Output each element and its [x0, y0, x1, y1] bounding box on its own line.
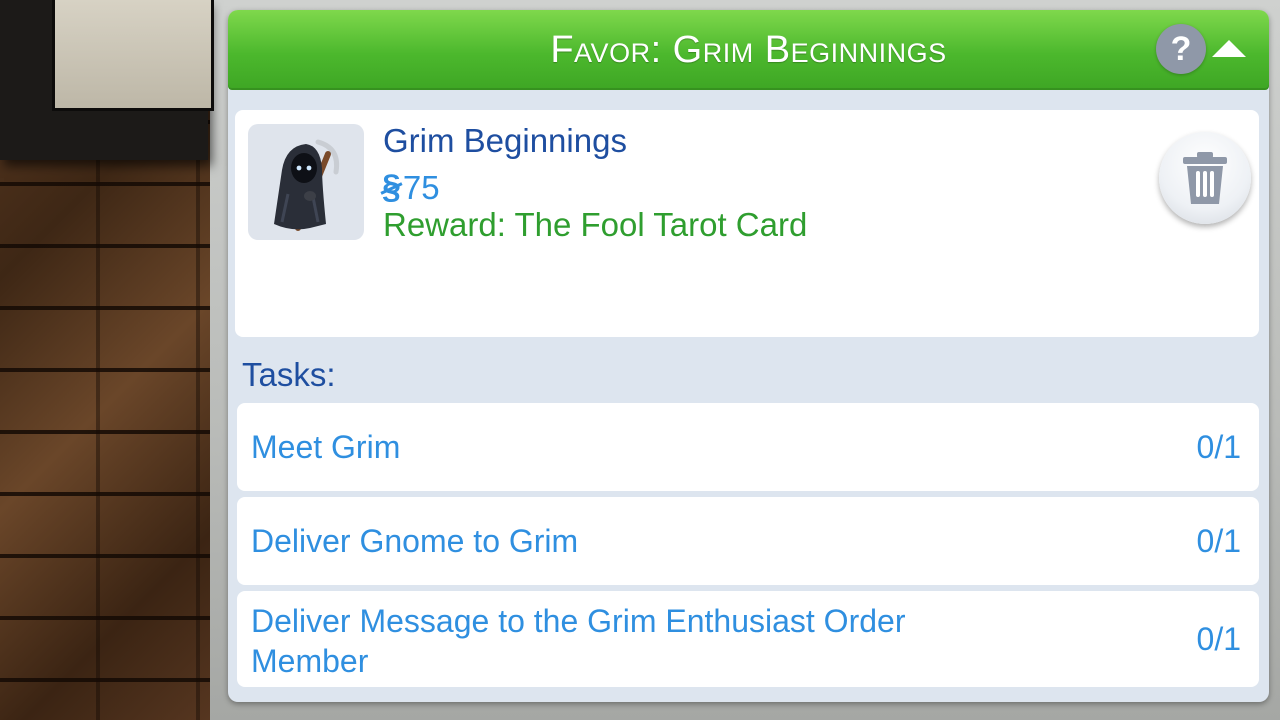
favor-portrait: [248, 124, 364, 240]
task-name: Deliver Gnome to Grim: [251, 523, 579, 559]
favor-name: Grim Beginnings: [383, 122, 627, 159]
grim-reaper-icon: [274, 139, 340, 231]
cabinet: [0, 0, 214, 160]
simoleon-icon: §: [382, 168, 401, 206]
help-label: ?: [1170, 29, 1192, 68]
chevron-up-icon[interactable]: [1212, 40, 1246, 57]
task-name: Meet Grim: [251, 429, 401, 465]
favor-panel-header[interactable]: Favor: Grim Beginnings ?: [228, 10, 1269, 90]
favor-cost: § 75: [382, 168, 440, 207]
tasks-heading: Tasks:: [242, 356, 336, 393]
task-progress: 0/1: [1196, 429, 1241, 465]
favor-reward: Reward: The Fool Tarot Card: [383, 206, 808, 243]
task-progress: 0/1: [1196, 621, 1241, 657]
cabinet-door: [52, 0, 214, 111]
task-row[interactable]: Deliver Message to the Grim Enthusiast O…: [237, 591, 1259, 687]
favor-card: Grim Beginnings § 75 Reward: The Fool Ta…: [235, 110, 1259, 337]
favor-panel: Favor: Grim Beginnings ? Grim Beginnings…: [228, 10, 1269, 702]
panel-title: Favor: Grim Beginnings: [550, 28, 947, 71]
task-name: Deliver Message to the Grim Enthusiast O…: [251, 603, 906, 679]
task-progress: 0/1: [1196, 523, 1241, 559]
trash-icon: [1183, 152, 1227, 204]
task-row[interactable]: Meet Grim 0/1: [237, 403, 1259, 491]
question-mark-icon[interactable]: ?: [1156, 24, 1206, 74]
task-row[interactable]: Deliver Gnome to Grim 0/1: [237, 497, 1259, 585]
delete-favor-button[interactable]: [1159, 132, 1251, 224]
favor-cost-value: 75: [402, 168, 440, 206]
